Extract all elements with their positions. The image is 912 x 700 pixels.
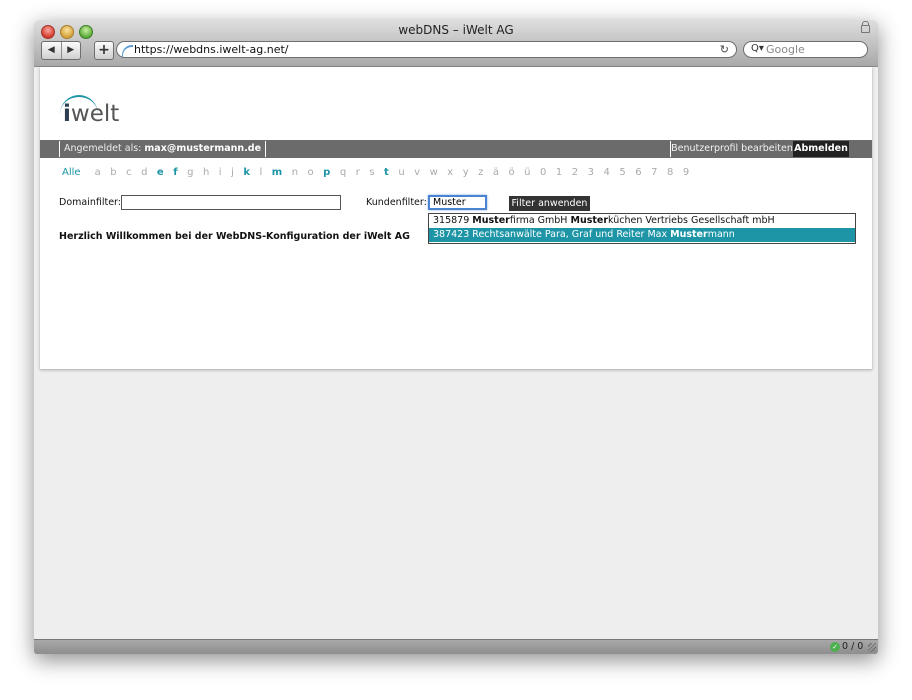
letter-link[interactable]: x [447, 167, 453, 178]
loading-icon [122, 45, 133, 57]
window-title: webDNS – iWelt AG [398, 23, 514, 37]
letter-link[interactable]: 8 [667, 167, 673, 178]
page-content: iwelt Angemeldet als: max@mustermann.de … [34, 67, 878, 639]
browser-window: webDNS – iWelt AG ◀ ▶ + https://webdns.i… [34, 20, 878, 654]
letter-link[interactable]: f [173, 167, 177, 178]
forward-button[interactable]: ▶ [62, 42, 81, 59]
add-bookmark-button[interactable]: + [94, 41, 114, 60]
letter-link[interactable]: 2 [572, 167, 578, 178]
letter-link[interactable]: 6 [635, 167, 641, 178]
login-user: max@mustermann.de [144, 143, 262, 154]
letter-link[interactable]: v [414, 167, 420, 178]
letter-link[interactable]: y [463, 167, 469, 178]
check-icon[interactable]: ✓ [830, 642, 840, 652]
search-icon[interactable]: Q▾ [751, 43, 764, 54]
letter-link[interactable]: 4 [603, 167, 609, 178]
letter-filter: Alle abcdefghijklmnopqrstuvwxyzäöü012345… [62, 167, 699, 178]
letter-link[interactable]: p [323, 167, 330, 178]
back-button[interactable]: ◀ [42, 42, 62, 59]
letter-link[interactable]: 7 [651, 167, 657, 178]
letter-link[interactable]: 0 [540, 167, 546, 178]
apply-filter-button[interactable]: Filter anwenden [509, 196, 590, 211]
letter-link[interactable]: 1 [556, 167, 562, 178]
letter-link[interactable]: 3 [588, 167, 594, 178]
letter-link[interactable]: k [243, 167, 250, 178]
back-forward-control: ◀ ▶ [41, 41, 81, 60]
url-text: https://webdns.iwelt-ag.net/ [134, 43, 289, 56]
iwelt-logo[interactable]: iwelt [58, 89, 128, 139]
letter-link[interactable]: i [219, 167, 222, 178]
letter-link[interactable]: r [356, 167, 360, 178]
search-box[interactable]: Q▾ [743, 41, 868, 58]
letter-link[interactable]: z [478, 167, 483, 178]
customer-filter-input[interactable] [428, 195, 487, 210]
letter-link[interactable]: s [369, 167, 374, 178]
welcome-text: Herzlich Willkommen bei der WebDNS-Konfi… [59, 231, 410, 242]
resize-handle[interactable] [868, 643, 876, 652]
title-bar: webDNS – iWelt AG ◀ ▶ + https://webdns.i… [34, 20, 878, 67]
edit-profile-link[interactable]: Benutzerprofil bearbeiten [670, 141, 793, 157]
letter-link[interactable]: t [384, 167, 389, 178]
letter-link[interactable]: 5 [619, 167, 625, 178]
letter-link[interactable]: ä [493, 167, 499, 178]
letter-link[interactable]: o [308, 167, 314, 178]
letter-link[interactable]: c [126, 167, 132, 178]
letter-link[interactable]: e [157, 167, 164, 178]
letter-link[interactable]: h [203, 167, 209, 178]
letter-link[interactable]: b [110, 167, 116, 178]
letter-link[interactable]: l [260, 167, 263, 178]
letter-link[interactable]: m [272, 167, 282, 178]
letter-link[interactable]: ö [509, 167, 515, 178]
status-bar: ✓ 0 / 0 [34, 639, 878, 654]
customer-filter-label: Kundenfilter: [366, 197, 427, 208]
reload-icon[interactable]: ↻ [720, 43, 729, 56]
search-input[interactable] [766, 43, 861, 56]
domain-filter-label: Domainfilter: [59, 197, 121, 208]
letter-link[interactable]: g [187, 167, 193, 178]
suggestion-item[interactable]: 387423 Rechtsanwälte Para, Graf und Reit… [429, 228, 855, 242]
letter-all[interactable]: Alle [62, 167, 81, 178]
letter-link[interactable]: d [141, 167, 147, 178]
login-info: Angemeldet als: max@mustermann.de [59, 141, 267, 157]
status-count: 0 / 0 [842, 641, 864, 652]
main-panel: iwelt Angemeldet als: max@mustermann.de … [40, 67, 872, 369]
logo-text: iwelt [63, 101, 120, 127]
letter-link[interactable]: n [292, 167, 298, 178]
address-bar[interactable]: https://webdns.iwelt-ag.net/ ↻ [116, 41, 737, 58]
user-bar: Angemeldet als: max@mustermann.de Benutz… [40, 140, 872, 158]
lock-icon [861, 21, 870, 33]
letter-link[interactable]: j [231, 167, 234, 178]
letter-link[interactable]: ü [524, 167, 530, 178]
customer-suggestions: 315879 Musterfirma GmbH Musterküchen Ver… [428, 213, 856, 244]
letter-link[interactable]: u [398, 167, 404, 178]
logout-button[interactable]: Abmelden [793, 141, 849, 157]
suggestion-item[interactable]: 315879 Musterfirma GmbH Musterküchen Ver… [429, 214, 855, 228]
letter-link[interactable]: a [95, 167, 101, 178]
letter-link[interactable]: 9 [683, 167, 689, 178]
letter-link[interactable]: q [340, 167, 346, 178]
domain-filter-input[interactable] [121, 195, 341, 210]
letter-link[interactable]: w [430, 167, 438, 178]
